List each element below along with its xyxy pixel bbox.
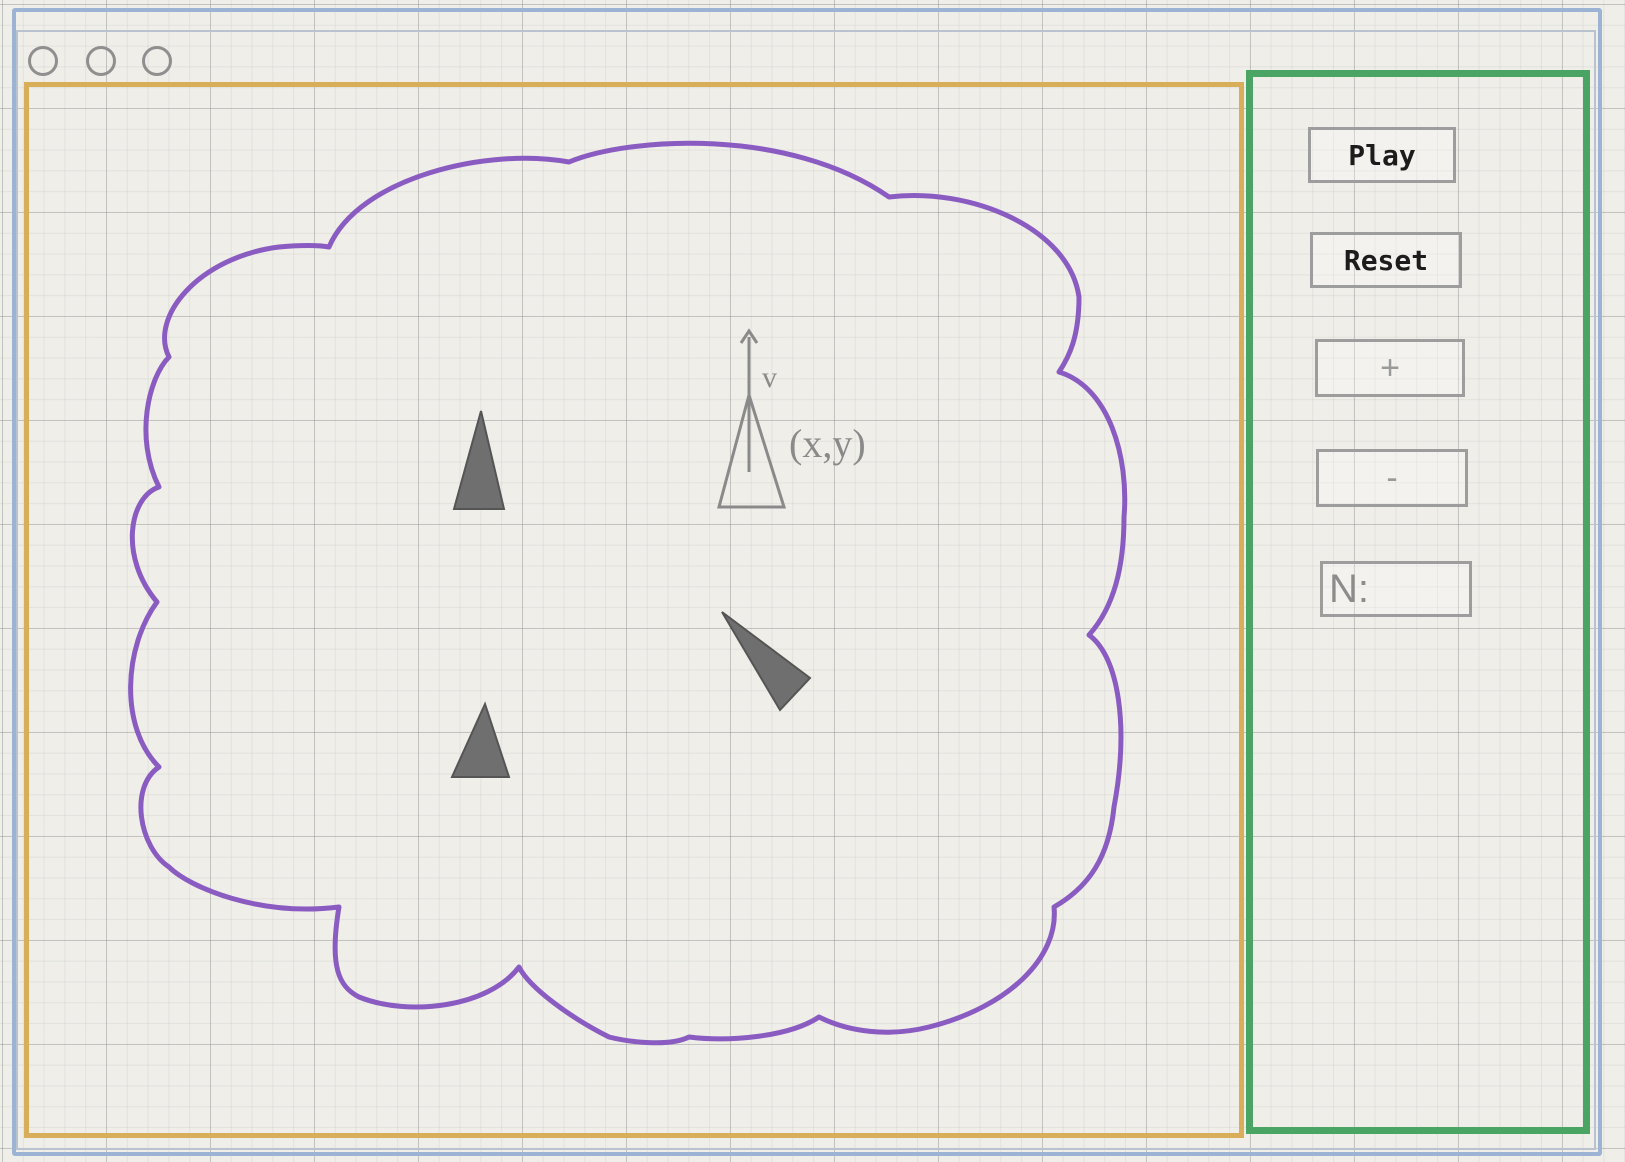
play-button[interactable]: Play [1308,127,1456,183]
maximize-window-button[interactable] [142,46,172,76]
annotated-agent-triangle[interactable] [717,389,787,509]
close-window-button[interactable] [28,46,58,76]
velocity-label: v [762,361,777,394]
simulation-canvas[interactable]: v (x,y) [24,82,1244,1138]
minimize-window-button[interactable] [86,46,116,76]
simulation-svg: v (x,y) [128,140,1128,1046]
control-panel: Play Reset + - N: [1246,70,1590,1134]
agent-triangle-1[interactable] [452,410,506,510]
reset-button[interactable]: Reset [1310,232,1462,288]
position-label: (x,y) [789,421,866,466]
increase-agents-button[interactable]: + [1315,339,1465,397]
cloud-boundary [128,140,1128,1046]
agent-triangle-2[interactable] [450,701,511,778]
decrease-agents-button[interactable]: - [1316,449,1468,507]
agent-count-field: N: [1320,561,1472,617]
agent-count-input[interactable] [1375,570,1459,608]
agent-count-label: N: [1329,566,1369,611]
agent-triangle-3[interactable] [721,611,812,712]
